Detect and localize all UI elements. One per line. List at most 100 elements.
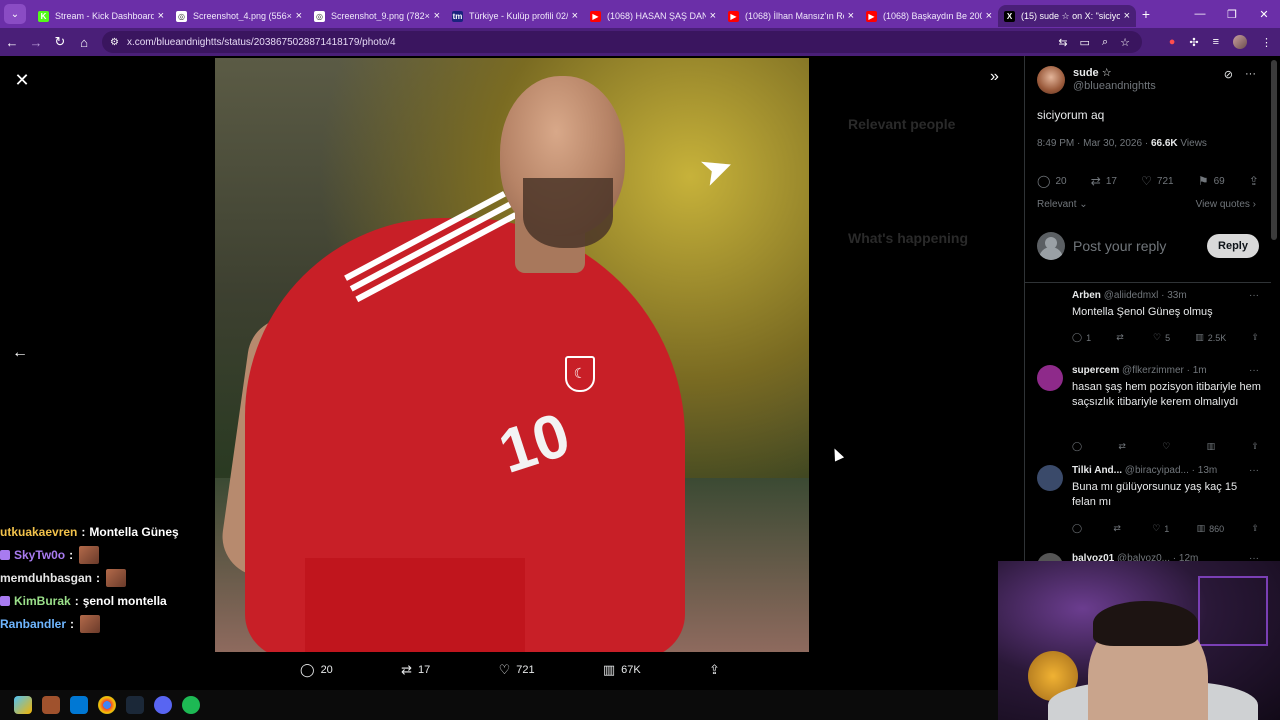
previous-photo-icon[interactable]: ← xyxy=(12,344,28,362)
author-handle[interactable]: @blueandnightts xyxy=(1073,80,1156,92)
photo-reply-button[interactable]: ◯ 20 xyxy=(300,662,333,678)
chat-username[interactable]: Ranbandler xyxy=(0,617,66,631)
reply-reply-button[interactable]: ◯ 1 xyxy=(1072,332,1091,343)
reply-repost-button[interactable]: ⇄ xyxy=(1118,441,1130,452)
reload-icon[interactable]: ↻ xyxy=(48,34,72,50)
reply-like-button[interactable]: ♡ xyxy=(1162,441,1174,452)
reply-like-button[interactable]: ♡ 1 xyxy=(1152,523,1169,534)
photo-share-button[interactable]: ⇪ xyxy=(709,662,720,678)
author-name[interactable]: sude ☆ xyxy=(1073,66,1156,79)
close-window-icon[interactable]: ✕ xyxy=(1248,8,1280,21)
browser-tab[interactable]: ▶ (1068) Başkaydın Be 2002 × xyxy=(860,5,998,27)
reply-author-name[interactable]: Tilki And... xyxy=(1072,465,1122,476)
chat-username[interactable]: utkuakaevren xyxy=(0,525,77,539)
chrome-icon[interactable] xyxy=(98,696,116,714)
browser-tab[interactable]: ▶ (1068) İlhan Mansız'ın Ro × xyxy=(722,5,860,27)
tab-close-icon[interactable]: × xyxy=(158,10,164,22)
view-quotes-link[interactable]: View quotes › xyxy=(1196,199,1256,210)
bookmark-star-icon[interactable]: ☆ xyxy=(1120,36,1130,49)
tab-close-icon[interactable]: × xyxy=(848,10,854,22)
reply-like-button[interactable]: ♡ 5 xyxy=(1153,332,1170,343)
tab-close-icon[interactable]: × xyxy=(434,10,440,22)
browser-tab[interactable]: tm Türkiye - Kulüp profili 02/ × xyxy=(446,5,584,27)
minimize-icon[interactable]: — xyxy=(1184,8,1216,20)
repost-button[interactable]: ⇄ 17 xyxy=(1091,174,1117,188)
reply-repost-button[interactable]: ⇄ xyxy=(1116,332,1128,343)
forward-icon[interactable]: → xyxy=(24,35,48,50)
close-icon[interactable]: ✕ xyxy=(12,70,32,90)
tweet-author[interactable]: sude ☆ @blueandnightts xyxy=(1037,66,1156,94)
grok-icon[interactable]: ⊘ xyxy=(1224,68,1233,81)
browser-tab[interactable]: ▶ (1068) HASAN ŞAŞ DAND × xyxy=(584,5,722,27)
tweet-time[interactable]: 8:49 PM · Mar 30, 2026 · xyxy=(1037,138,1151,149)
extension-icon[interactable]: ● xyxy=(1169,36,1176,48)
reply-time[interactable]: 13m xyxy=(1198,465,1217,476)
zoom-icon[interactable]: ⌕ xyxy=(1102,36,1108,49)
discord-icon[interactable] xyxy=(154,696,172,714)
steam-icon[interactable] xyxy=(126,696,144,714)
media-icon[interactable]: ≡ xyxy=(1213,36,1219,48)
reply-button[interactable]: ◯ 20 xyxy=(1037,174,1067,188)
sidebar-scrollbar[interactable] xyxy=(1271,60,1277,240)
app-icon[interactable] xyxy=(42,696,60,714)
reply-views-button[interactable]: ▥ 2.5K xyxy=(1195,332,1226,343)
reply-author-name[interactable]: Arben xyxy=(1072,290,1101,301)
back-icon[interactable]: ← xyxy=(0,35,24,50)
reply-share-button[interactable]: ⇪ xyxy=(1251,332,1259,343)
reply-repost-button[interactable]: ⇄ xyxy=(1113,523,1125,534)
extensions-puzzle-icon[interactable]: ✣ xyxy=(1189,36,1198,49)
more-options-icon[interactable]: ··· xyxy=(1249,465,1259,476)
reply-share-button[interactable]: ⇪ xyxy=(1251,523,1259,534)
bookmark-button[interactable]: ⚑ 69 xyxy=(1198,174,1225,188)
new-tab-button[interactable]: + xyxy=(1136,6,1156,22)
reply-author-handle[interactable]: @flkerzimmer xyxy=(1122,365,1184,376)
share-button[interactable]: ⇪ xyxy=(1249,174,1259,188)
outlook-icon[interactable] xyxy=(70,696,88,714)
profile-avatar[interactable] xyxy=(1233,35,1247,49)
photo-like-button[interactable]: ♡ 721 xyxy=(499,662,535,678)
tab-close-icon[interactable]: × xyxy=(986,10,992,22)
reply-author-handle[interactable]: @biracyipad... xyxy=(1125,465,1189,476)
reply-time[interactable]: 1m xyxy=(1193,365,1207,376)
tab-close-icon[interactable]: × xyxy=(572,10,578,22)
file-explorer-icon[interactable] xyxy=(14,696,32,714)
reply-input[interactable]: Post your reply xyxy=(1073,238,1207,254)
site-info-icon[interactable]: ⚙ xyxy=(110,37,119,48)
tab-search-icon[interactable]: ⌄ xyxy=(4,4,26,24)
menu-icon[interactable]: ⋮ xyxy=(1261,36,1272,49)
reply-avatar[interactable] xyxy=(1037,290,1063,316)
browser-tab[interactable]: ◎ Screenshot_9.png (782×4 × xyxy=(308,5,446,27)
home-icon[interactable]: ⌂ xyxy=(72,35,96,50)
tab-close-icon[interactable]: × xyxy=(296,10,302,22)
cast-icon[interactable]: ▭ xyxy=(1080,36,1090,49)
browser-tab[interactable]: ◎ Screenshot_4.png (556×3 × xyxy=(170,5,308,27)
chat-username[interactable]: KimBurak xyxy=(14,594,71,608)
photo-repost-button[interactable]: ⇄ 17 xyxy=(401,662,430,678)
tab-close-icon[interactable]: × xyxy=(710,10,716,22)
reply-views-button[interactable]: ▥ 860 xyxy=(1197,523,1225,534)
translate-icon[interactable]: ⇆ xyxy=(1058,36,1067,49)
reply-time[interactable]: 33m xyxy=(1167,290,1186,301)
sort-dropdown[interactable]: Relevant ⌄ xyxy=(1037,199,1088,210)
reply-avatar[interactable] xyxy=(1037,365,1063,391)
restore-icon[interactable]: ❐ xyxy=(1216,8,1248,21)
more-options-icon[interactable]: ··· xyxy=(1249,365,1259,376)
reply-views-button[interactable]: ▥ xyxy=(1207,441,1220,452)
address-bar[interactable]: ⚙ x.com/blueandnightts/status/2038675028… xyxy=(102,31,1142,53)
like-button[interactable]: ♡ 721 xyxy=(1141,174,1173,188)
tab-close-icon[interactable]: × xyxy=(1124,10,1130,22)
more-options-icon[interactable]: ··· xyxy=(1249,290,1259,301)
reply-submit-button[interactable]: Reply xyxy=(1207,234,1259,258)
browser-tab[interactable]: K Stream - Kick Dashboard × xyxy=(32,5,170,27)
photo-views-button[interactable]: ▥ 67K xyxy=(603,662,641,678)
tweet-photo[interactable]: ☾ 10 ➤ xyxy=(215,58,809,652)
author-avatar[interactable] xyxy=(1037,66,1065,94)
chat-username[interactable]: memduhbasgan xyxy=(0,571,92,585)
reply-author-name[interactable]: supercem xyxy=(1072,365,1119,376)
collapse-sidebar-icon[interactable]: » xyxy=(990,68,999,86)
chat-username[interactable]: SkyTw0o xyxy=(14,548,65,562)
reply-reply-button[interactable]: ◯ xyxy=(1072,523,1086,534)
browser-tab[interactable]: X (15) sude ☆ on X: "siciyo × xyxy=(998,5,1136,27)
reply-share-button[interactable]: ⇪ xyxy=(1251,441,1259,452)
more-options-icon[interactable]: ··· xyxy=(1245,68,1256,81)
